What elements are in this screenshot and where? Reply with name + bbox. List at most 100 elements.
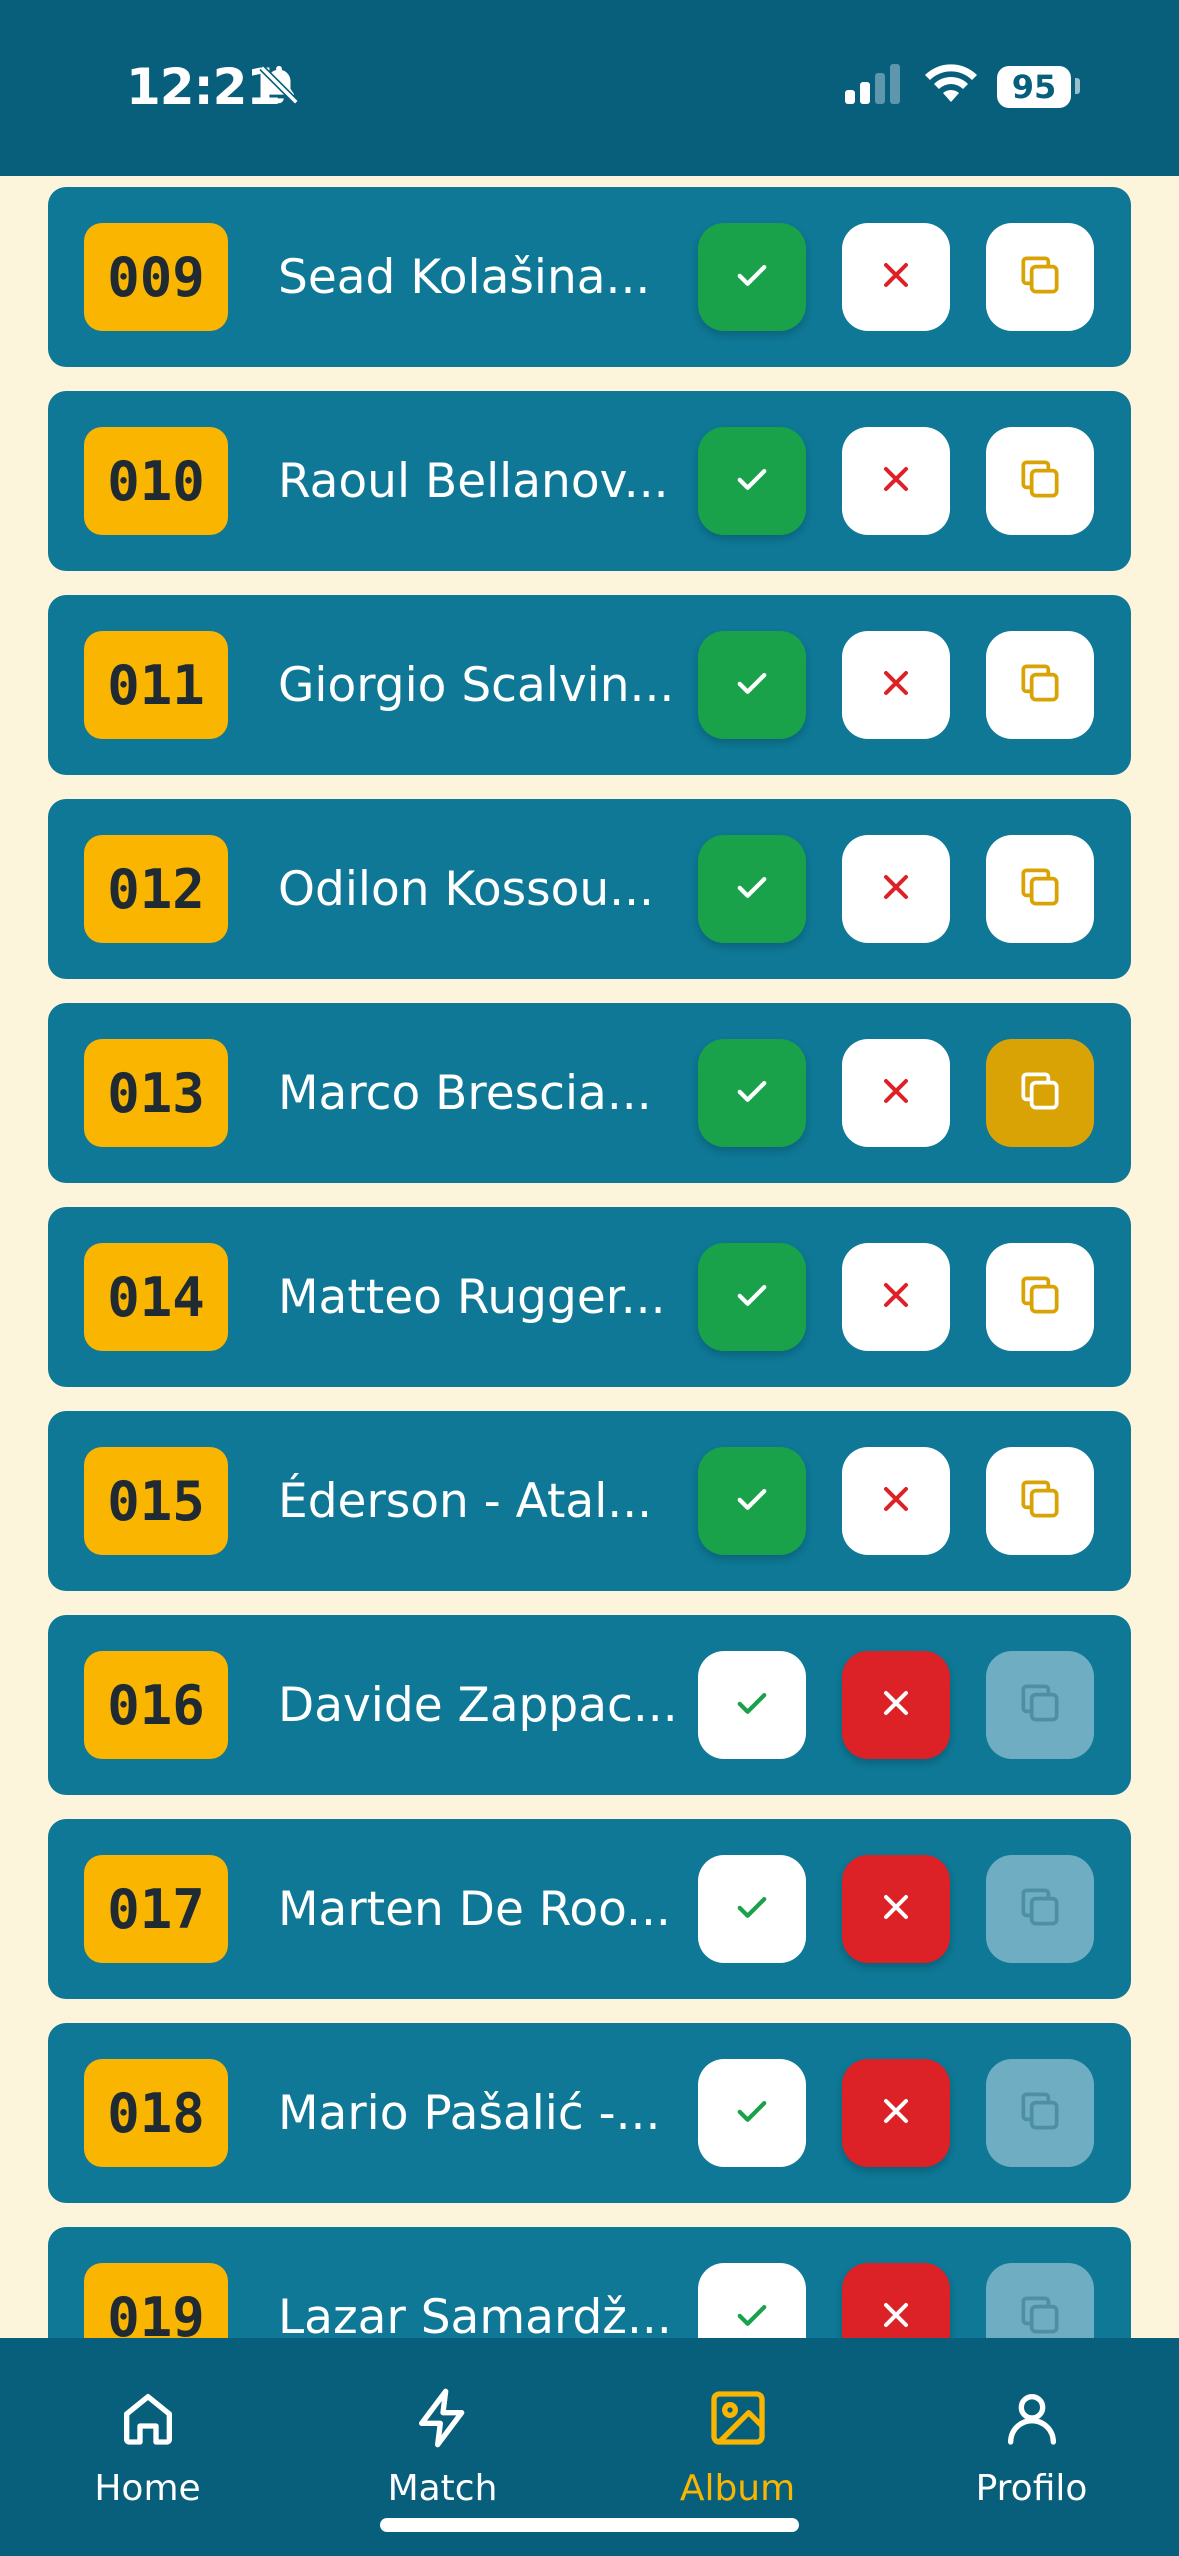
check-icon [731, 1682, 773, 1728]
mark-duplicate-button [986, 1651, 1094, 1759]
check-icon [731, 866, 773, 912]
check-icon [731, 1274, 773, 1320]
tab-profilo[interactable]: Profilo [884, 2338, 1179, 2556]
player-name: Mario Pašalić -... [278, 2085, 661, 2141]
mark-missing-button[interactable] [842, 2263, 950, 2338]
mark-owned-button[interactable] [698, 1651, 806, 1759]
mark-owned-button[interactable] [698, 1039, 806, 1147]
sticker-row: 015 Éderson - Atal... [48, 1411, 1131, 1591]
copy-icon [1015, 1882, 1065, 1936]
mark-owned-button[interactable] [698, 427, 806, 535]
copy-icon [1015, 454, 1065, 508]
mark-owned-button[interactable] [698, 2059, 806, 2167]
mark-owned-button[interactable] [698, 1243, 806, 1351]
check-icon [731, 254, 773, 300]
tab-home[interactable]: Home [0, 2338, 295, 2556]
mark-owned-button[interactable] [698, 2263, 806, 2338]
sticker-number: 009 [84, 223, 228, 331]
close-icon [876, 459, 916, 503]
mark-duplicate-button[interactable] [986, 1447, 1094, 1555]
copy-icon [1015, 1066, 1065, 1120]
sticker-number: 012 [84, 835, 228, 943]
player-name: Lazar Samardž... [278, 2289, 672, 2339]
copy-icon [1015, 862, 1065, 916]
check-icon [731, 2090, 773, 2136]
check-icon [731, 1886, 773, 1932]
sticker-row: 018 Mario Pašalić -... [48, 2023, 1131, 2203]
lightning-icon [411, 2386, 475, 2450]
sticker-number: 015 [84, 1447, 228, 1555]
copy-icon [1015, 2290, 1065, 2338]
close-icon [876, 1683, 916, 1727]
sticker-row: 017 Marten De Roo... [48, 1819, 1131, 1999]
copy-icon [1015, 658, 1065, 712]
cellular-signal-icon [843, 62, 903, 110]
mark-duplicate-button[interactable] [986, 1243, 1094, 1351]
player-name: Raoul Bellanov... [278, 453, 669, 509]
mark-duplicate-button [986, 2263, 1094, 2338]
player-name: Sead Kolašina... [278, 249, 651, 305]
copy-icon [1015, 1270, 1065, 1324]
mark-duplicate-button[interactable] [986, 427, 1094, 535]
mark-missing-button[interactable] [842, 1039, 950, 1147]
mark-owned-button[interactable] [698, 223, 806, 331]
mark-missing-button[interactable] [842, 1855, 950, 1963]
copy-icon [1015, 2086, 1065, 2140]
sticker-number: 010 [84, 427, 228, 535]
close-icon [876, 255, 916, 299]
mark-duplicate-button [986, 2059, 1094, 2167]
close-icon [876, 867, 916, 911]
silent-bell-icon [256, 62, 302, 112]
mark-duplicate-button[interactable] [986, 631, 1094, 739]
sticker-row: 010 Raoul Bellanov... [48, 391, 1131, 571]
player-name: Odilon Kossou... [278, 861, 654, 917]
copy-icon [1015, 250, 1065, 304]
sticker-number: 011 [84, 631, 228, 739]
sticker-row: 014 Matteo Rugger... [48, 1207, 1131, 1387]
sticker-number: 016 [84, 1651, 228, 1759]
mark-duplicate-button[interactable] [986, 223, 1094, 331]
mark-owned-button[interactable] [698, 631, 806, 739]
tab-home-label: Home [94, 2468, 201, 2509]
player-name: Éderson - Atal... [278, 1473, 653, 1529]
sticker-row: 011 Giorgio Scalvin... [48, 595, 1131, 775]
mark-missing-button[interactable] [842, 1243, 950, 1351]
mark-missing-button[interactable] [842, 223, 950, 331]
player-name: Davide Zappac... [278, 1677, 678, 1733]
wifi-icon [922, 62, 980, 110]
person-icon [1000, 2386, 1064, 2450]
sticker-number: 018 [84, 2059, 228, 2167]
close-icon [876, 1071, 916, 1115]
sticker-list[interactable]: 009 Sead Kolašina... 010 Raoul Bellanov.… [0, 0, 1179, 2338]
check-icon [731, 1070, 773, 1116]
close-icon [876, 2091, 916, 2135]
battery-indicator: 95 [997, 66, 1071, 108]
mark-missing-button[interactable] [842, 1651, 950, 1759]
player-name: Marco Brescia... [278, 1065, 652, 1121]
tab-profilo-label: Profilo [975, 2468, 1088, 2509]
mark-owned-button[interactable] [698, 835, 806, 943]
sticker-number: 019 [84, 2263, 228, 2338]
close-icon [876, 1275, 916, 1319]
player-name: Marten De Roo... [278, 1881, 671, 1937]
mark-owned-button[interactable] [698, 1447, 806, 1555]
mark-missing-button[interactable] [842, 1447, 950, 1555]
sticker-row: 009 Sead Kolašina... [48, 187, 1131, 367]
check-icon [731, 2294, 773, 2338]
mark-missing-button[interactable] [842, 835, 950, 943]
copy-icon [1015, 1678, 1065, 1732]
sticker-row: 013 Marco Brescia... [48, 1003, 1131, 1183]
close-icon [876, 2295, 916, 2338]
battery-tip [1075, 78, 1080, 94]
mark-duplicate-button[interactable] [986, 1039, 1094, 1147]
mark-missing-button[interactable] [842, 2059, 950, 2167]
tab-match-label: Match [387, 2468, 498, 2509]
mark-missing-button[interactable] [842, 631, 950, 739]
mark-duplicate-button [986, 1855, 1094, 1963]
player-name: Giorgio Scalvin... [278, 657, 675, 713]
mark-owned-button[interactable] [698, 1855, 806, 1963]
sticker-row: 019 Lazar Samardž... [48, 2227, 1131, 2338]
mark-duplicate-button[interactable] [986, 835, 1094, 943]
home-icon [116, 2386, 180, 2450]
mark-missing-button[interactable] [842, 427, 950, 535]
